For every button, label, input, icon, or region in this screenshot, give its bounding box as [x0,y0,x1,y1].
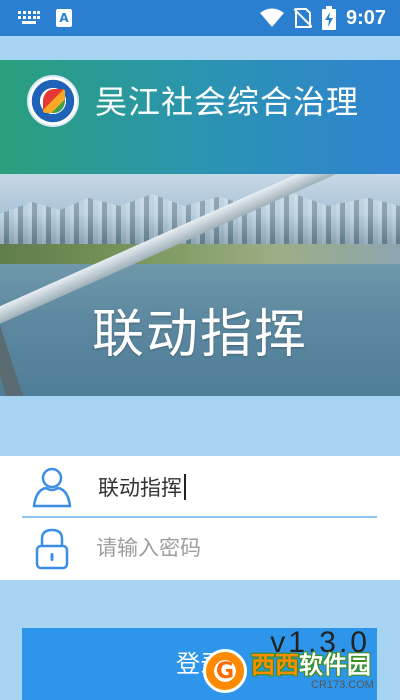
watermark-logo: G 西西软件园 CR173.COM [203,648,381,694]
status-time: 9:07 [345,6,386,29]
app-title: 吴江社会综合治理 [95,83,360,121]
accessibility-a-icon: A [56,9,72,27]
banner-title: 联动指挥 [91,305,308,365]
app-header: 吴江社会综合治理 [0,60,400,174]
login-form: 联动指挥 [0,456,400,580]
watermark-main: 西西软件园 [251,651,374,679]
watermark-sub: CR173.COM [311,679,374,691]
status-bar: A 9:07 [0,0,400,36]
password-field[interactable] [22,518,377,580]
user-icon [32,467,72,508]
username-field[interactable]: 联动指挥 [22,456,377,518]
wifi-icon [259,8,284,27]
lock-icon [35,528,69,570]
username-value: 联动指挥 [98,476,182,500]
watermark-g-icon: G [203,649,247,693]
password-input[interactable] [96,530,366,566]
banner-shoreline [0,244,400,266]
watermark-text: 西西软件园 CR173.COM [251,651,374,691]
no-sim-icon [293,8,312,28]
keyboard-icon [18,11,40,25]
status-bar-left: A [18,9,72,27]
status-bar-right: 9:07 [259,6,386,30]
banner-image: 联动指挥 [0,174,400,396]
text-cursor [184,474,186,500]
battery-charging-icon [321,6,336,30]
watermark-main-right: 软件园 [299,651,371,679]
watermark-main-left: 西西 [251,651,299,679]
app-logo-icon [27,75,79,127]
username-input[interactable]: 联动指挥 [98,472,186,502]
